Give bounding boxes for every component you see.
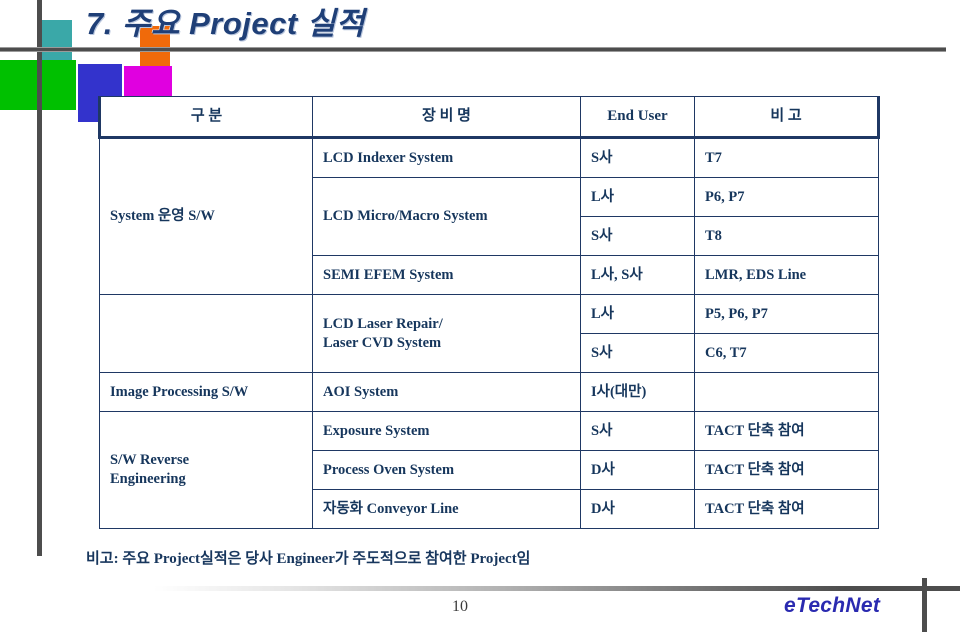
- cell-end-user: S사: [580, 137, 695, 178]
- cell-end-user: D사: [580, 489, 695, 529]
- equipment-line-2: Laser CVD System: [323, 334, 442, 351]
- vertical-rule-left: [37, 0, 42, 556]
- horizontal-rule-footer: [0, 586, 960, 591]
- cell-end-user: L사: [580, 294, 695, 334]
- cell-remark: C6, T7: [694, 333, 879, 373]
- footer-note: 비고: 주요 Project실적은 당사 Engineer가 주도적으로 참여한…: [86, 551, 531, 567]
- cell-end-user: S사: [580, 216, 695, 256]
- table-header-row: 구 분 장 비 명 End User 비 고: [98, 96, 880, 139]
- logo-square-teal: [40, 20, 72, 62]
- cell-category-system-sw: System 운영 S/W: [99, 137, 313, 295]
- cell-remark: T8: [694, 216, 879, 256]
- column-header-end-user: End User: [580, 96, 695, 139]
- cell-end-user: L사: [580, 177, 695, 217]
- cell-equipment: Process Oven System: [312, 450, 581, 490]
- column-header-category: 구 분: [98, 96, 313, 139]
- cell-equipment: Exposure System: [312, 411, 581, 451]
- table-row: Image Processing S/W AOI System I사(대만): [99, 372, 879, 412]
- table-row: S/W Reverse Engineering Exposure System …: [99, 411, 879, 529]
- cell-remark: [694, 372, 879, 412]
- cell-equipment: SEMI EFEM System: [312, 255, 581, 295]
- category-label: Image Processing S/W: [110, 383, 249, 400]
- cell-remark: TACT 단축 참여: [694, 450, 879, 490]
- vertical-rule-footer-right: [922, 578, 927, 632]
- table-row: LCD Laser Repair/ Laser CVD System L사 P5…: [99, 294, 879, 373]
- cell-remark: P6, P7: [694, 177, 879, 217]
- cell-equipment: 자동화 Conveyor Line: [312, 489, 581, 529]
- cell-equipment: LCD Laser Repair/ Laser CVD System: [312, 294, 581, 373]
- cell-equipment: LCD Micro/Macro System: [312, 177, 581, 256]
- horizontal-rule-header: [0, 47, 946, 52]
- cell-category-sw-reverse-engineering: S/W Reverse Engineering: [99, 411, 313, 529]
- page-title: 7. 주요 Project 실적: [86, 6, 365, 41]
- cell-category-image-processing: Image Processing S/W: [99, 372, 313, 412]
- brand-logo: eTechNet: [784, 594, 881, 617]
- page-number: 10: [452, 598, 468, 615]
- cell-end-user: S사: [580, 411, 695, 451]
- category-line-1: S/W Reverse: [110, 452, 190, 469]
- cell-remark: LMR, EDS Line: [694, 255, 879, 295]
- cell-equipment: AOI System: [312, 372, 581, 412]
- column-header-remark: 비 고: [694, 96, 880, 139]
- cell-category-blank: [99, 294, 313, 373]
- cell-end-user: I사(대만): [580, 372, 695, 412]
- column-header-equipment: 장 비 명: [312, 96, 581, 139]
- cell-end-user: D사: [580, 450, 695, 490]
- cell-remark: TACT 단축 참여: [694, 411, 879, 451]
- equipment-line-1: LCD Laser Repair/: [323, 315, 443, 332]
- cell-end-user: L사, S사: [580, 255, 695, 295]
- cell-end-user: S사: [580, 333, 695, 373]
- category-line-2: Engineering: [110, 471, 186, 487]
- category-label: System 운영 S/W: [110, 208, 215, 225]
- cell-remark: T7: [694, 137, 879, 178]
- cell-remark: P5, P6, P7: [694, 294, 879, 334]
- table-row: System 운영 S/W LCD Indexer System S사 T7: [99, 137, 879, 295]
- cell-remark: TACT 단축 참여: [694, 489, 879, 529]
- project-results-table: 구 분 장 비 명 End User 비 고 System 운영 S/W LCD…: [98, 96, 880, 529]
- cell-equipment: LCD Indexer System: [312, 137, 581, 178]
